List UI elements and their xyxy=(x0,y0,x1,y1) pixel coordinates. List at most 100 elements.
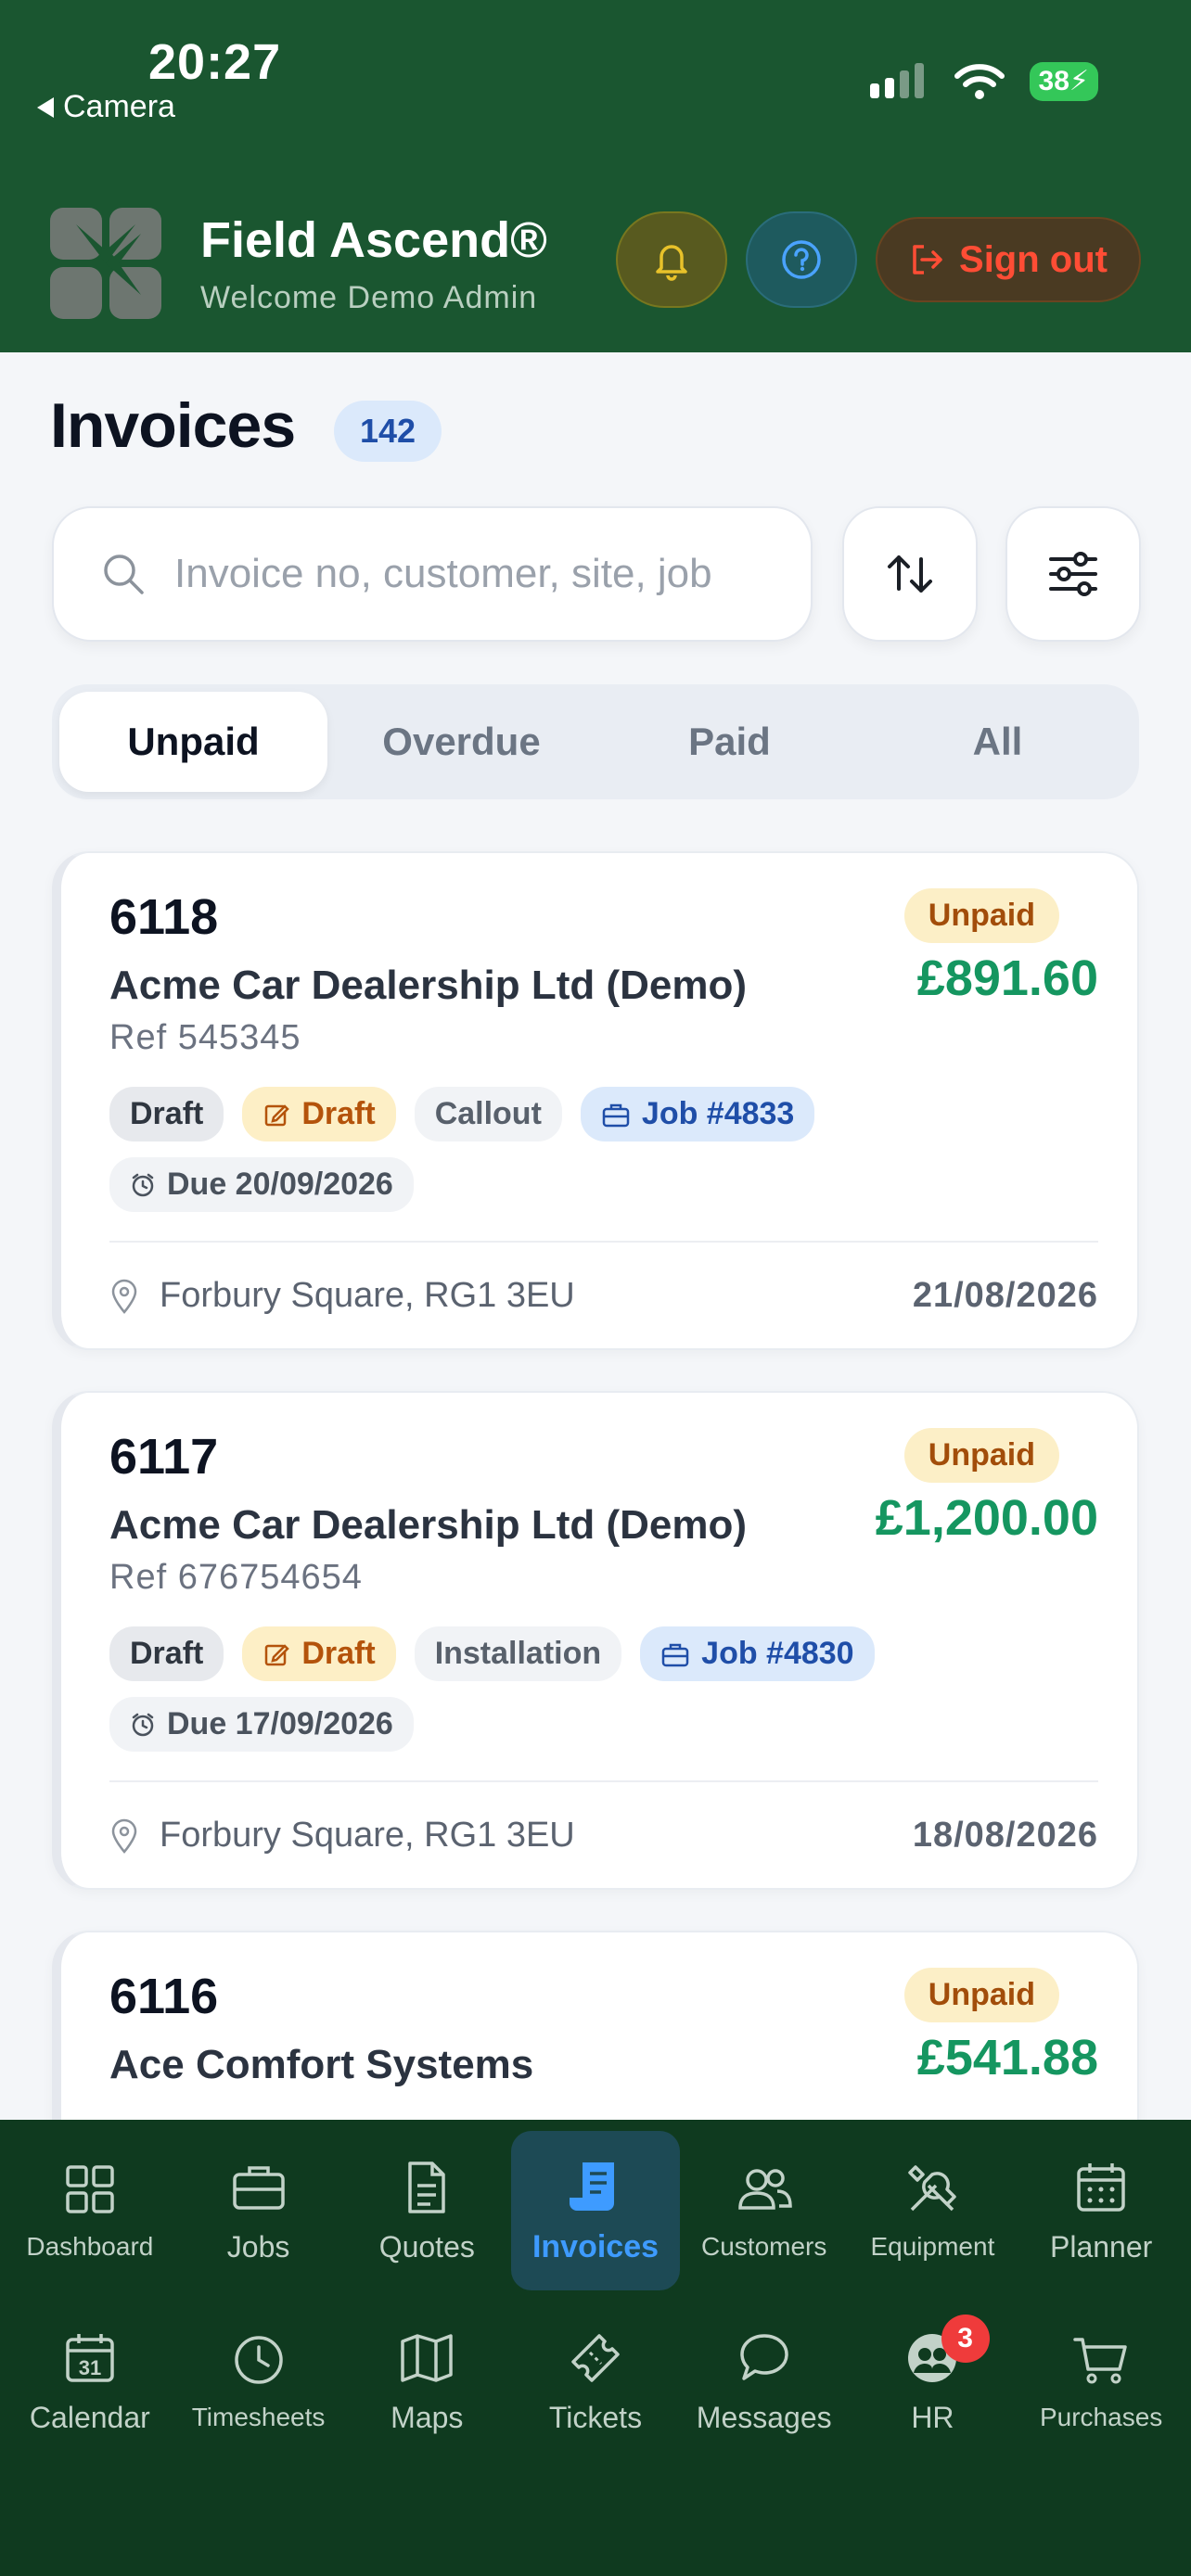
nav-customers[interactable]: Customers xyxy=(680,2131,849,2290)
users-icon xyxy=(737,2169,792,2210)
nav-planner[interactable]: Planner xyxy=(1017,2131,1185,2290)
nav-maps[interactable]: Maps xyxy=(342,2302,511,2461)
briefcase-icon xyxy=(232,2165,285,2210)
nav-equipment[interactable]: Equipment xyxy=(849,2131,1018,2290)
tab-unpaid[interactable]: Unpaid xyxy=(59,692,327,792)
help-circle-icon xyxy=(782,240,821,279)
due-date-chip: Due 20/09/2026 xyxy=(109,1157,414,1212)
status-tabs: Unpaid Overdue Paid All xyxy=(52,684,1139,799)
customer-name: Acme Car Dealership Ltd (Demo) xyxy=(109,963,748,1008)
invoice-amount: £891.60 xyxy=(916,950,1098,1006)
type-chip: Installation xyxy=(414,1626,622,1681)
app-name: Field Ascend® xyxy=(200,212,547,268)
search-box[interactable] xyxy=(52,506,813,642)
hr-notification-badge: 3 xyxy=(941,2315,990,2363)
nav-quotes[interactable]: Quotes xyxy=(342,2131,511,2290)
map-pin-icon xyxy=(111,1818,137,1854)
edit-icon xyxy=(265,1103,290,1126)
back-label: Camera xyxy=(63,89,175,124)
nav-tickets[interactable]: Tickets xyxy=(511,2302,680,2461)
due-date-chip: Due 17/09/2026 xyxy=(109,1697,414,1752)
tab-overdue[interactable]: Overdue xyxy=(327,692,596,792)
ticket-icon xyxy=(571,2333,620,2382)
nav-dashboard[interactable]: Dashboard xyxy=(6,2131,174,2290)
nav-hr[interactable]: 3 HR xyxy=(849,2302,1018,2461)
divider xyxy=(109,1780,1098,1782)
tools-icon xyxy=(908,2165,957,2212)
invoice-date: 18/08/2026 xyxy=(912,1816,1098,1855)
signal-icon xyxy=(869,63,924,98)
job-link-chip[interactable]: Job #4833 xyxy=(580,1087,815,1141)
alarm-clock-icon xyxy=(132,1173,154,1196)
invoice-amount: £541.88 xyxy=(916,2030,1098,2085)
wifi-icon xyxy=(954,64,1005,99)
document-icon xyxy=(408,2161,446,2213)
sign-out-icon xyxy=(913,245,942,274)
status-icons: 38⚡ xyxy=(868,61,1098,102)
map-pin-icon xyxy=(111,1279,137,1314)
invoice-amount: £1,200.00 xyxy=(875,1490,1098,1546)
site-location: Forbury Square, RG1 3EU xyxy=(109,1816,575,1855)
page-title: Invoices xyxy=(50,390,296,461)
status-badge: Unpaid xyxy=(903,1428,1059,1483)
clock-icon xyxy=(234,2336,283,2384)
sign-out-button[interactable]: Sign out xyxy=(876,217,1141,302)
chat-icon xyxy=(739,2333,788,2380)
customer-name: Ace Comfort Systems xyxy=(109,2042,534,2087)
state-chip: Draft xyxy=(109,1087,224,1141)
divider xyxy=(109,1241,1098,1243)
receipt-icon xyxy=(569,2162,614,2211)
invoice-number: 6118 xyxy=(109,889,219,945)
nav-calendar[interactable]: 31 Calendar xyxy=(6,2302,174,2461)
chip-row: Draft Draft Callout Job #4833 xyxy=(109,1087,815,1141)
welcome-text: Welcome Demo Admin xyxy=(200,280,538,315)
notifications-button[interactable] xyxy=(616,211,727,308)
search-input[interactable] xyxy=(174,551,749,597)
type-chip: Callout xyxy=(414,1087,562,1141)
cart-icon xyxy=(1073,2338,1127,2384)
status-badge: Unpaid xyxy=(903,1968,1059,2022)
back-to-camera-link[interactable]: Camera xyxy=(37,89,175,125)
svg-text:31: 31 xyxy=(79,2356,101,2379)
site-location: Forbury Square, RG1 3EU xyxy=(109,1276,575,1316)
invoice-number: 6116 xyxy=(109,1969,219,2024)
bell-icon xyxy=(656,245,687,281)
customer-name: Acme Car Dealership Ltd (Demo) xyxy=(109,1502,748,1548)
invoice-ref: Ref 676754654 xyxy=(109,1558,363,1597)
nav-messages[interactable]: Messages xyxy=(680,2302,849,2461)
map-icon xyxy=(401,2333,454,2382)
help-button[interactable] xyxy=(746,211,857,308)
sign-out-label: Sign out xyxy=(959,238,1108,280)
tab-paid[interactable]: Paid xyxy=(596,692,864,792)
status-time: 20:27 xyxy=(148,34,282,90)
calendar-icon: 31 xyxy=(66,2333,114,2382)
battery-indicator: 38⚡ xyxy=(1029,62,1098,101)
nav-timesheets[interactable]: Timesheets xyxy=(174,2302,343,2461)
search-icon xyxy=(104,555,144,594)
invoice-card[interactable]: 6117 Acme Car Dealership Ltd (Demo) Ref … xyxy=(52,1391,1139,1890)
filter-button[interactable] xyxy=(1005,506,1141,642)
calendar-grid-icon xyxy=(1077,2162,1125,2212)
sort-arrows-icon xyxy=(888,555,932,593)
status-badge: Unpaid xyxy=(903,888,1059,943)
bottom-navigation: Dashboard Jobs Quotes Invoices Customers… xyxy=(0,2120,1191,2576)
draft-chip: Draft xyxy=(242,1087,396,1141)
sliders-icon xyxy=(1049,552,1097,596)
app-logo xyxy=(50,208,161,319)
job-link-chip[interactable]: Job #4830 xyxy=(640,1626,875,1681)
brand-block: Field Ascend® Welcome Demo Admin xyxy=(200,211,547,316)
chip-row: Draft Draft Installation Job #4830 xyxy=(109,1626,875,1681)
tab-all[interactable]: All xyxy=(864,692,1132,792)
nav-jobs[interactable]: Jobs xyxy=(174,2131,343,2290)
nav-invoices[interactable]: Invoices xyxy=(511,2131,680,2290)
nav-purchases[interactable]: Purchases xyxy=(1017,2302,1185,2461)
invoice-count-badge: 142 xyxy=(334,401,442,462)
back-arrow-icon xyxy=(37,96,54,118)
invoice-date: 21/08/2026 xyxy=(912,1276,1098,1315)
invoice-card[interactable]: 6118 Acme Car Dealership Ltd (Demo) Ref … xyxy=(52,851,1139,1350)
sort-button[interactable] xyxy=(842,506,978,642)
state-chip: Draft xyxy=(109,1626,224,1681)
invoice-ref: Ref 545345 xyxy=(109,1018,301,1057)
briefcase-icon xyxy=(661,1643,689,1666)
app-header: 20:27 Camera 38⚡ Field Ascend® Welcome D… xyxy=(0,0,1191,352)
